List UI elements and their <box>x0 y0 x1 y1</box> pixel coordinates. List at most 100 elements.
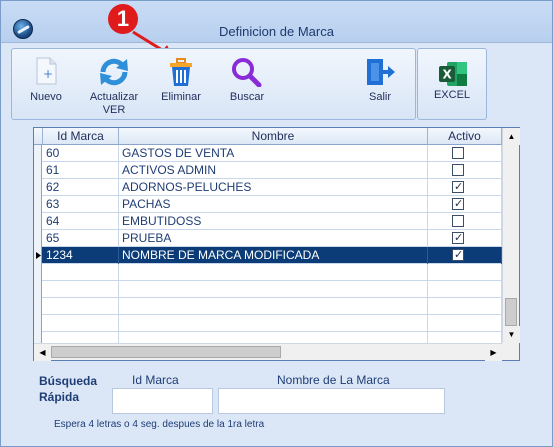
vertical-scrollbar[interactable]: ▲ ▼ <box>502 128 520 343</box>
search-button[interactable]: Buscar <box>222 49 272 119</box>
row-indicator <box>34 162 42 179</box>
activo-checkbox[interactable] <box>452 196 464 212</box>
cell-activo <box>428 179 502 196</box>
new-label: Nuevo <box>30 91 62 103</box>
scroll-right-arrow-icon[interactable]: ▶ <box>485 344 502 361</box>
empty-table-row[interactable] <box>34 315 502 332</box>
vertical-scroll-thumb[interactable] <box>505 298 517 326</box>
delete-label: Eliminar <box>161 91 201 103</box>
scroll-down-arrow-icon[interactable]: ▼ <box>503 326 520 343</box>
search-name-input[interactable] <box>218 388 445 414</box>
cell-nombre[interactable] <box>119 315 428 332</box>
row-indicator <box>34 315 42 332</box>
trash-icon <box>170 58 192 86</box>
cell-nombre[interactable]: GASTOS DE VENTA <box>119 145 428 162</box>
excel-button[interactable]: X EXCEL <box>417 48 487 120</box>
empty-table-row[interactable] <box>34 264 502 281</box>
column-header-activo[interactable]: Activo <box>428 128 502 145</box>
table-row[interactable]: 1234 NOMBRE DE MARCA MODIFICADA <box>34 247 502 264</box>
refresh-label: Actualizar VER <box>89 91 139 116</box>
table-row[interactable]: 63 PACHAS <box>34 196 502 213</box>
row-indicator <box>34 213 42 230</box>
table-row[interactable]: 61 ACTIVOS ADMIN <box>34 162 502 179</box>
activo-checkbox[interactable] <box>452 230 464 246</box>
window-title: Definicion de Marca <box>219 24 334 39</box>
new-document-icon: + <box>36 57 57 85</box>
cell-nombre[interactable]: PRUEBA <box>119 230 428 247</box>
cell-activo <box>428 247 502 264</box>
horizontal-scrollbar[interactable]: ◀ ▶ <box>34 343 502 361</box>
exit-label: Salir <box>368 91 391 103</box>
cell-activo <box>428 230 502 247</box>
excel-icon: X <box>439 62 467 86</box>
cell-nombre[interactable]: EMBUTIDOSS <box>119 213 428 230</box>
svg-text:+: + <box>43 67 53 81</box>
row-indicator <box>34 179 42 196</box>
scroll-left-arrow-icon[interactable]: ◀ <box>34 344 51 361</box>
row-indicator <box>34 264 42 281</box>
row-indicator <box>34 281 42 298</box>
quick-search-title: Búsqueda Rápida <box>39 374 98 404</box>
exit-button[interactable]: Salir <box>358 49 402 119</box>
svg-text:X: X <box>443 68 453 82</box>
cell-nombre[interactable] <box>119 264 428 281</box>
cell-activo <box>428 196 502 213</box>
activo-checkbox[interactable] <box>452 179 464 195</box>
cell-id[interactable]: 62 <box>43 179 119 196</box>
horizontal-scroll-thumb[interactable] <box>51 346 281 358</box>
table-row[interactable]: 64 EMBUTIDOSS <box>34 213 502 230</box>
cell-nombre[interactable]: NOMBRE DE MARCA MODIFICADA <box>119 247 428 264</box>
title-bar: Definicion de Marca <box>1 1 552 43</box>
cell-activo <box>428 213 502 230</box>
search-hint: Espera 4 letras o 4 seg. despues de la 1… <box>54 419 265 430</box>
cell-activo <box>428 264 502 281</box>
cell-id[interactable] <box>43 298 119 315</box>
exit-icon <box>367 59 395 85</box>
scrollbar-corner <box>502 343 519 360</box>
search-id-input[interactable] <box>112 388 213 414</box>
search-icon <box>232 58 262 87</box>
empty-table-row[interactable] <box>34 298 502 315</box>
search-label: Buscar <box>229 91 265 103</box>
activo-checkbox[interactable] <box>452 215 464 227</box>
cell-id[interactable]: 60 <box>43 145 119 162</box>
empty-table-row[interactable] <box>34 281 502 298</box>
column-header-id[interactable]: Id Marca <box>43 128 119 145</box>
cell-activo <box>428 281 502 298</box>
main-window: Definicion de Marca 1 + Nuevo Actualizar… <box>0 0 553 447</box>
cell-id[interactable] <box>43 315 119 332</box>
cell-id[interactable]: 61 <box>43 162 119 179</box>
row-indicator-header <box>34 128 43 145</box>
delete-button[interactable]: Eliminar <box>156 49 206 119</box>
refresh-button[interactable]: Actualizar VER <box>84 49 144 119</box>
cell-nombre[interactable]: PACHAS <box>119 196 428 213</box>
cell-nombre[interactable]: ACTIVOS ADMIN <box>119 162 428 179</box>
refresh-icon <box>100 58 128 86</box>
activo-checkbox[interactable] <box>452 147 464 159</box>
activo-checkbox[interactable] <box>452 164 464 176</box>
cell-id[interactable] <box>43 264 119 281</box>
toolbar: + Nuevo Actualizar VER Eliminar Buscar S… <box>11 48 416 120</box>
table-row[interactable]: 65 PRUEBA <box>34 230 502 247</box>
row-indicator <box>34 145 42 162</box>
row-indicator <box>34 247 42 264</box>
cell-nombre[interactable]: ADORNOS-PELUCHES <box>119 179 428 196</box>
cell-id[interactable]: 63 <box>43 196 119 213</box>
brand-grid[interactable]: Id Marca Nombre Activo 60 GASTOS DE VENTA… <box>33 127 520 361</box>
search-id-label: Id Marca <box>132 373 179 387</box>
cell-id[interactable]: 1234 <box>43 247 119 264</box>
cell-id[interactable]: 65 <box>43 230 119 247</box>
table-row[interactable]: 62 ADORNOS-PELUCHES <box>34 179 502 196</box>
column-header-nombre[interactable]: Nombre <box>119 128 428 145</box>
cell-id[interactable]: 64 <box>43 213 119 230</box>
scroll-up-arrow-icon[interactable]: ▲ <box>503 128 520 145</box>
table-row[interactable]: 60 GASTOS DE VENTA <box>34 145 502 162</box>
row-indicator <box>34 196 42 213</box>
cell-nombre[interactable] <box>119 298 428 315</box>
cell-nombre[interactable] <box>119 281 428 298</box>
activo-checkbox[interactable] <box>452 247 464 263</box>
row-indicator <box>34 298 42 315</box>
new-button[interactable]: + Nuevo <box>22 49 70 119</box>
cell-activo <box>428 162 502 179</box>
cell-id[interactable] <box>43 281 119 298</box>
